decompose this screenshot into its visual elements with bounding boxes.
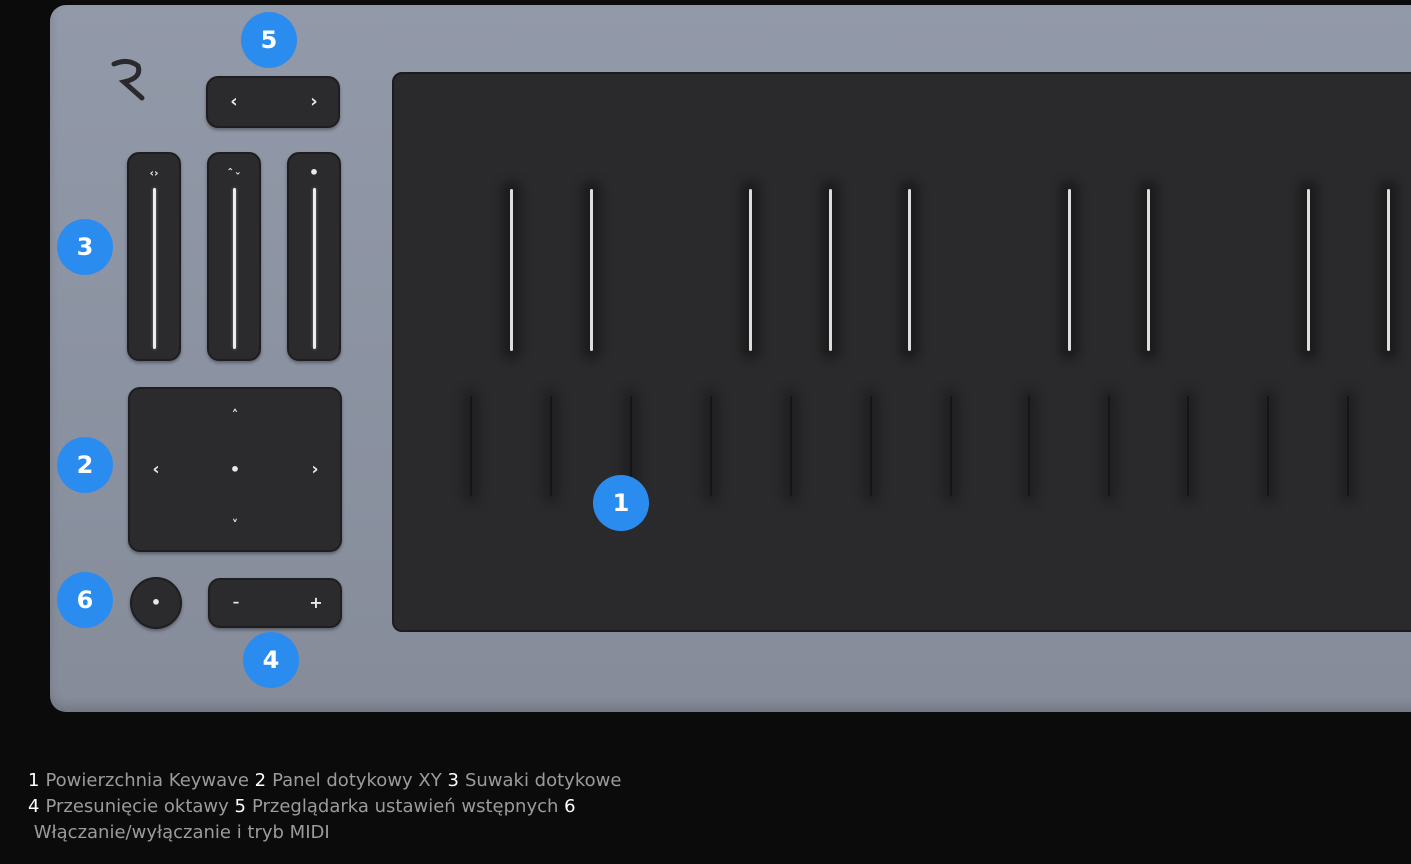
- badge-power: 6: [57, 572, 113, 628]
- legend-number: 4: [28, 796, 40, 817]
- plus-icon[interactable]: +: [309, 595, 322, 611]
- touch-slider-slide[interactable]: ⌃⌄: [207, 152, 261, 361]
- arrow-right-icon: ›: [311, 459, 319, 480]
- keywave-groove: [870, 396, 872, 496]
- keywave-raised-key[interactable]: [749, 189, 752, 351]
- keywave-groove: [790, 396, 792, 496]
- keywave-groove: [470, 396, 472, 496]
- slider-track[interactable]: [232, 188, 236, 349]
- legend-number: 3: [447, 770, 459, 791]
- glide-icon: ‹›: [149, 166, 159, 180]
- badge-keywave: 1: [593, 475, 649, 531]
- keywave-raised-key[interactable]: [1068, 189, 1071, 351]
- keywave-groove: [1267, 396, 1269, 496]
- press-icon: •: [308, 163, 320, 182]
- keywave-raised-key[interactable]: [908, 189, 911, 351]
- badge-octave: 4: [243, 632, 299, 688]
- legend: 1 Powierzchnia Keywave 2 Panel dotykowy XY…: [28, 768, 648, 846]
- legend-number: 1: [28, 770, 40, 791]
- slider-track[interactable]: [152, 188, 156, 349]
- chevron-right-icon[interactable]: ›: [310, 93, 317, 111]
- legend-number: 6: [564, 796, 576, 817]
- power-dot-icon: •: [150, 593, 162, 612]
- slide-icon: ⌃⌄: [226, 167, 242, 178]
- xy-touchpad[interactable]: ˄ ‹ • › ˅: [128, 387, 342, 552]
- touch-slider-press[interactable]: •: [287, 152, 341, 361]
- legend-label: Powierzchnia Keywave: [45, 770, 249, 791]
- keywave-raised-key[interactable]: [510, 189, 513, 351]
- arrow-up-icon: ˄: [231, 408, 239, 424]
- keywave-groove: [1028, 396, 1030, 496]
- keywave-raised-key[interactable]: [590, 189, 593, 351]
- badge-xy: 2: [57, 437, 113, 493]
- chevron-left-icon[interactable]: ‹: [230, 93, 237, 111]
- minus-icon[interactable]: –: [233, 597, 240, 610]
- power-midi-button[interactable]: •: [130, 577, 182, 629]
- slider-track[interactable]: [312, 188, 316, 349]
- preset-browser-button[interactable]: ‹ ›: [206, 76, 340, 128]
- badge-sliders: 3: [57, 219, 113, 275]
- keywave-groove: [710, 396, 712, 496]
- center-dot-icon: •: [229, 460, 241, 479]
- keywave-groove: [1108, 396, 1110, 496]
- keywave-groove: [1347, 396, 1349, 496]
- arrow-left-icon: ‹: [152, 459, 160, 480]
- arrow-down-icon: ˅: [231, 518, 239, 534]
- touch-slider-glide[interactable]: ‹›: [127, 152, 181, 361]
- badge-presets: 5: [241, 12, 297, 68]
- keywave-raised-key[interactable]: [1387, 189, 1390, 351]
- legend-label: Panel dotykowy XY: [272, 770, 442, 791]
- keywave-surface[interactable]: [392, 72, 1411, 632]
- keywave-raised-key[interactable]: [1147, 189, 1150, 351]
- legend-label: Przesunięcie oktawy: [45, 796, 229, 817]
- legend-number: 2: [254, 770, 267, 791]
- legend-label: Suwaki dotykowe: [464, 770, 622, 791]
- legend-number: 5: [234, 796, 246, 817]
- legend-label: Przeglądarka ustawień wstępnych: [251, 796, 559, 817]
- keywave-raised-key[interactable]: [829, 189, 832, 351]
- keywave-raised-key[interactable]: [1307, 189, 1310, 351]
- keywave-groove: [1187, 396, 1189, 496]
- legend-label: Włączanie/wyłączanie i tryb MIDI: [33, 822, 330, 843]
- keywave-groove: [950, 396, 952, 496]
- octave-shift-button[interactable]: – +: [208, 578, 342, 628]
- keywave-groove: [550, 396, 552, 496]
- roli-logo: [111, 58, 145, 101]
